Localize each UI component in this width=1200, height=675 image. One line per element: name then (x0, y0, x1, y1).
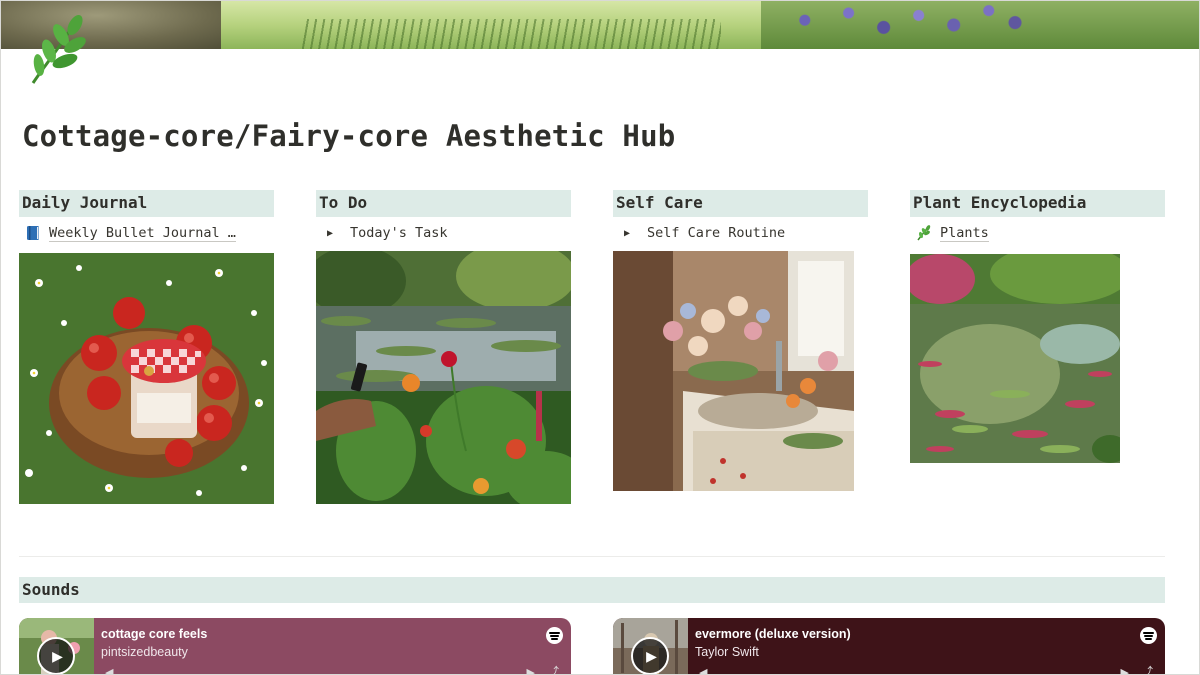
column-self-care: Self Care ▶ Self Care Routine (613, 190, 868, 244)
image-lily-pond-garden[interactable] (316, 251, 571, 504)
column-to-do: To Do ▶ Today's Task (316, 190, 571, 244)
embed-artist[interactable]: pintsizedbeauty (101, 645, 188, 659)
spotify-logo-icon[interactable] (546, 627, 563, 644)
column-header[interactable]: Daily Journal (19, 190, 274, 217)
link-weekly-bullet-journal[interactable]: Weekly Bullet Journal … (19, 222, 274, 244)
spotify-logo-icon[interactable] (1140, 627, 1157, 644)
play-icon: ▶ (52, 647, 63, 664)
image-flower-sink[interactable] (613, 251, 854, 491)
play-icon: ▶ (646, 647, 657, 664)
next-track-icon[interactable]: ▶ (1121, 666, 1129, 674)
cover-grass (301, 19, 721, 49)
triangle-right-icon[interactable]: ▶ (617, 228, 637, 239)
triangle-right-icon[interactable]: ▶ (320, 228, 340, 239)
image-garden-pond[interactable] (910, 254, 1120, 463)
column-header[interactable]: Plant Encyclopedia (910, 190, 1165, 217)
share-icon[interactable]: ⤴ (1142, 663, 1153, 674)
cover-bluebells (761, 1, 1199, 49)
cover-image[interactable] (1, 1, 1199, 49)
toggle-label: Today's Task (350, 225, 448, 241)
embed-title[interactable]: cottage core feels (101, 627, 207, 641)
embed-artist[interactable]: Taylor Swift (695, 645, 759, 659)
previous-track-icon[interactable]: ◀ (699, 666, 707, 674)
column-header[interactable]: Self Care (613, 190, 868, 217)
section-divider (19, 556, 1165, 557)
link-plants[interactable]: Plants (910, 222, 1165, 244)
blue-book-icon (23, 225, 43, 241)
page-title[interactable]: Cottage-core/Fairy-core Aesthetic Hub (22, 119, 675, 153)
sounds-header[interactable]: Sounds (19, 577, 1165, 603)
link-label: Plants (940, 224, 989, 242)
spotify-embed-playlist[interactable]: ▶ cottage core feels pintsizedbeauty ◀ ▶… (19, 618, 571, 674)
embed-title[interactable]: evermore (deluxe version) (695, 627, 851, 641)
column-plant-encyclopedia: Plant Encyclopedia Plants (910, 190, 1165, 244)
play-button[interactable]: ▶ (37, 637, 75, 674)
toggle-label: Self Care Routine (647, 225, 786, 241)
herb-icon (914, 225, 934, 241)
link-label: Weekly Bullet Journal … (49, 224, 236, 242)
next-track-icon[interactable]: ▶ (527, 666, 535, 674)
play-button[interactable]: ▶ (631, 637, 669, 674)
toggle-todays-task[interactable]: ▶ Today's Task (316, 222, 571, 244)
share-icon[interactable]: ⤴ (548, 663, 559, 674)
spotify-embed-album[interactable]: ▶ evermore (deluxe version) Taylor Swift… (613, 618, 1165, 674)
image-strawberry-basket[interactable] (19, 253, 274, 504)
page-frame: Cottage-core/Fairy-core Aesthetic Hub Da… (0, 0, 1200, 675)
herb-icon[interactable] (25, 13, 95, 85)
previous-track-icon[interactable]: ◀ (105, 666, 113, 674)
column-daily-journal: Daily Journal Weekly Bullet Journal … (19, 190, 274, 244)
toggle-self-care-routine[interactable]: ▶ Self Care Routine (613, 222, 868, 244)
column-header[interactable]: To Do (316, 190, 571, 217)
